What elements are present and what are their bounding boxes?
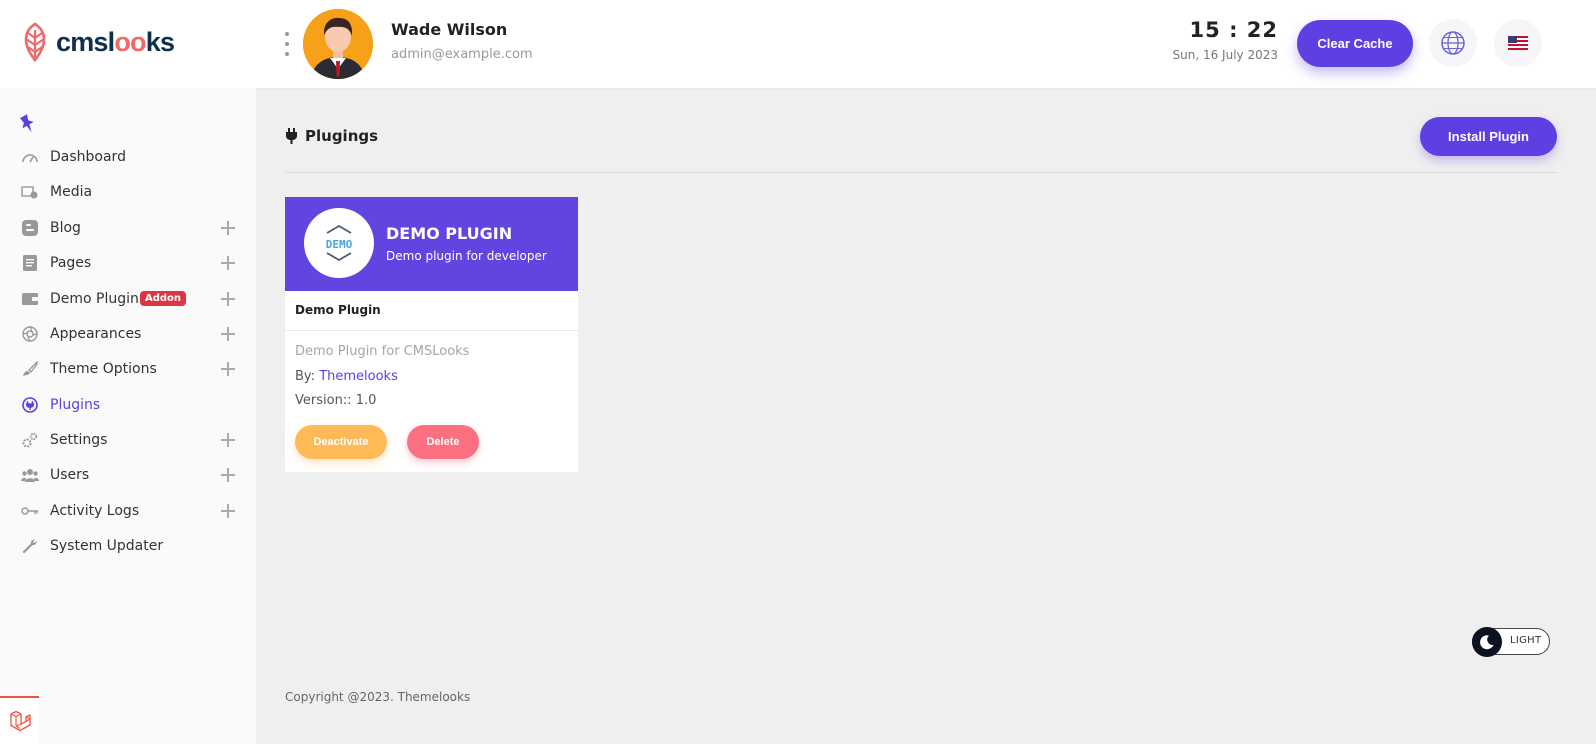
cogs-icon [21,431,39,449]
expand-plus-icon[interactable] [221,292,235,306]
clear-cache-button[interactable]: Clear Cache [1297,20,1413,67]
users-icon [21,466,39,484]
sidebar-item-label: Media [50,184,93,200]
sidebar-item-label: System Updater [50,538,164,554]
page-icon [21,254,39,272]
plugin-logo-text: DEMO [326,238,353,251]
deactivate-button[interactable]: Deactivate [295,425,387,459]
sidebar-item-label: Appearances [50,326,142,342]
pin-sidebar-icon[interactable] [19,114,37,138]
expand-plus-icon[interactable] [221,327,235,341]
sidebar-item-label: Dashboard [50,149,126,165]
key-icon [21,502,39,520]
sidebar-item-label: Demo Plugin [50,291,139,307]
sidebar-item-settings[interactable]: Settings [0,425,256,455]
brand-logo[interactable]: cmslooks [18,22,175,62]
wallet-icon [21,290,39,308]
plugin-author-row: By: Themelooks [295,369,398,384]
brand-name: cmslooks [56,26,175,57]
laravel-icon [9,710,31,732]
expand-plus-icon[interactable] [221,256,235,270]
plugin-version-row: Version:: 1.0 [295,393,376,408]
plugin-author-link[interactable]: Themelooks [319,369,398,384]
sidebar-item-plugins[interactable]: Plugins [0,390,256,420]
addon-badge: Addon [140,291,187,306]
plugin-icon [21,396,39,414]
demo-logo-icon: DEMO [326,224,353,262]
brush-icon [21,360,39,378]
footer-copyright: Copyright @2023. Themelooks [285,690,471,704]
plugin-version: 1.0 [355,393,377,408]
expand-plus-icon[interactable] [221,504,235,518]
theme-toggle-label: LIGHT [1510,635,1542,646]
laravel-debugbar-button[interactable] [0,696,39,744]
theme-toggle[interactable]: LIGHT [1472,627,1550,657]
plug-icon [286,128,297,144]
plugin-banner-title: DEMO PLUGIN [386,224,513,243]
clock-time: 15 : 22 [1189,18,1278,42]
sidebar-item-media[interactable]: Media [0,177,256,207]
plugin-name: Demo Plugin [295,303,381,317]
sidebar-item-system-updater[interactable]: System Updater [0,531,256,561]
page-title: Plugings [285,127,378,145]
sidebar-item-label: Pages [50,255,92,271]
blogger-icon [21,219,39,237]
sidebar-item-theme-options[interactable]: Theme Options [0,354,256,384]
leaf-logo-icon [24,22,46,62]
top-header: cmslooks Wade Wilson admin@example.com 1… [0,0,1596,88]
sidebar-item-users[interactable]: Users [0,460,256,490]
sidebar-item-label: Plugins [50,397,101,413]
expand-plus-icon[interactable] [221,221,235,235]
gauge-icon [21,148,39,166]
title-divider [285,172,1557,173]
sidebar-item-label: Theme Options [50,361,157,377]
delete-button[interactable]: Delete [407,425,479,459]
clock-date: Sun, 16 July 2023 [1172,48,1278,62]
sidebar-item-appearances[interactable]: Appearances [0,319,256,349]
version-label: Version:: [295,393,352,408]
sidebar-item-label: Users [50,467,90,483]
sidebar-toggle-icon[interactable] [284,32,290,56]
author-label: By: [295,369,316,384]
avatar[interactable] [303,9,373,79]
expand-plus-icon[interactable] [221,433,235,447]
card-divider [285,330,578,331]
expand-plus-icon[interactable] [221,468,235,482]
expand-plus-icon[interactable] [221,362,235,376]
sidebar-item-dashboard[interactable]: Dashboard [0,142,256,172]
plugin-banner: DEMO DEMO PLUGIN Demo plugin for develop… [285,197,578,291]
sidebar-item-blog[interactable]: Blog [0,213,256,243]
plugin-card: DEMO DEMO PLUGIN Demo plugin for develop… [285,197,578,472]
sidebar-item-pages[interactable]: Pages [0,248,256,278]
language-globe-button[interactable] [1429,19,1477,67]
sidebar-item-label: Settings [50,432,108,448]
sidebar: Dashboard Media Blog Pages Demo Plugin A… [0,88,256,744]
globe-icon [1441,31,1465,55]
install-plugin-button[interactable]: Install Plugin [1420,117,1557,156]
moon-icon [1472,627,1502,657]
language-flag-button[interactable] [1494,19,1542,67]
user-name: Wade Wilson [391,20,508,39]
sidebar-item-label: Activity Logs [50,503,140,519]
sidebar-item-label: Blog [50,220,81,236]
user-email: admin@example.com [391,47,533,62]
plugin-logo: DEMO [304,208,374,278]
wrench-icon [21,537,39,555]
plugin-banner-subtitle: Demo plugin for developer [386,249,547,263]
us-flag-icon [1508,36,1528,50]
media-icon [21,183,39,201]
aperture-icon [21,325,39,343]
sidebar-item-activity-logs[interactable]: Activity Logs [0,496,256,526]
sidebar-item-demo-plugin[interactable]: Demo Plugin Addon [0,284,256,314]
plugin-description: Demo Plugin for CMSLooks [295,344,470,359]
